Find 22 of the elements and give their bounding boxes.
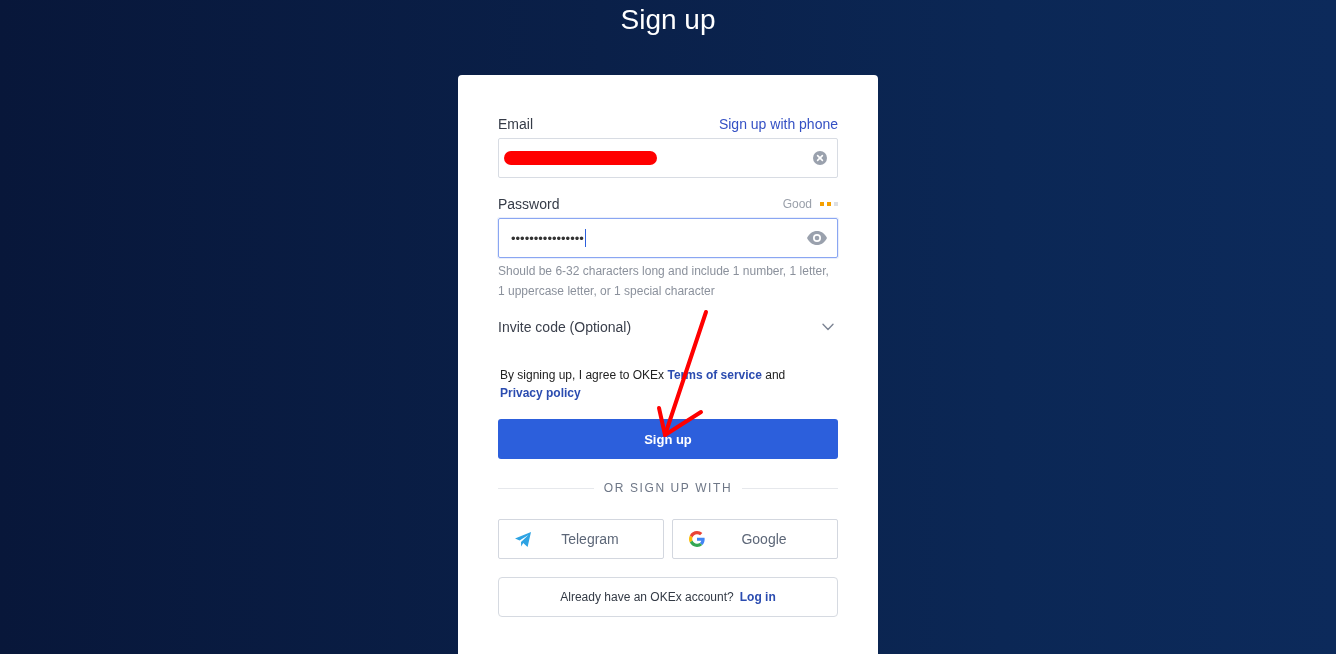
eye-icon[interactable] bbox=[807, 231, 827, 245]
social-signup-button[interactable]: Telegram bbox=[498, 519, 664, 559]
strength-label: Good bbox=[782, 197, 812, 211]
divider-label: OR SIGN UP WITH bbox=[603, 480, 733, 496]
invite-code-toggle[interactable]: Invite code (Optional) bbox=[498, 317, 632, 337]
social-signup-button[interactable]: Google bbox=[672, 519, 838, 559]
paper-plane-icon bbox=[515, 531, 531, 547]
email-label: Email bbox=[498, 115, 533, 134]
clear-icon[interactable] bbox=[813, 151, 827, 165]
google-g-icon bbox=[689, 531, 705, 547]
chevron-icon[interactable] bbox=[822, 323, 834, 331]
login-link[interactable]: Log in bbox=[739, 590, 776, 604]
email-field[interactable] bbox=[498, 138, 838, 178]
page-title: Sign up bbox=[620, 3, 716, 37]
text-cursor-icon bbox=[584, 229, 586, 247]
password-field[interactable]: •••••••••••••••• bbox=[498, 218, 838, 258]
phone-signup-link[interactable]: Sign up with phone bbox=[718, 114, 838, 134]
sign-up-button[interactable]: Sign up bbox=[498, 419, 838, 459]
policy-link[interactable]: Privacy policy bbox=[500, 386, 581, 400]
password-hint: Should be 6-32 characters long and include 1 number, 1 letter, 1 uppercase letter, or 1 special character bbox=[498, 263, 830, 300]
login-prompt-text: Already have an OKEx account? bbox=[560, 590, 734, 604]
password-label: Password bbox=[498, 195, 560, 214]
